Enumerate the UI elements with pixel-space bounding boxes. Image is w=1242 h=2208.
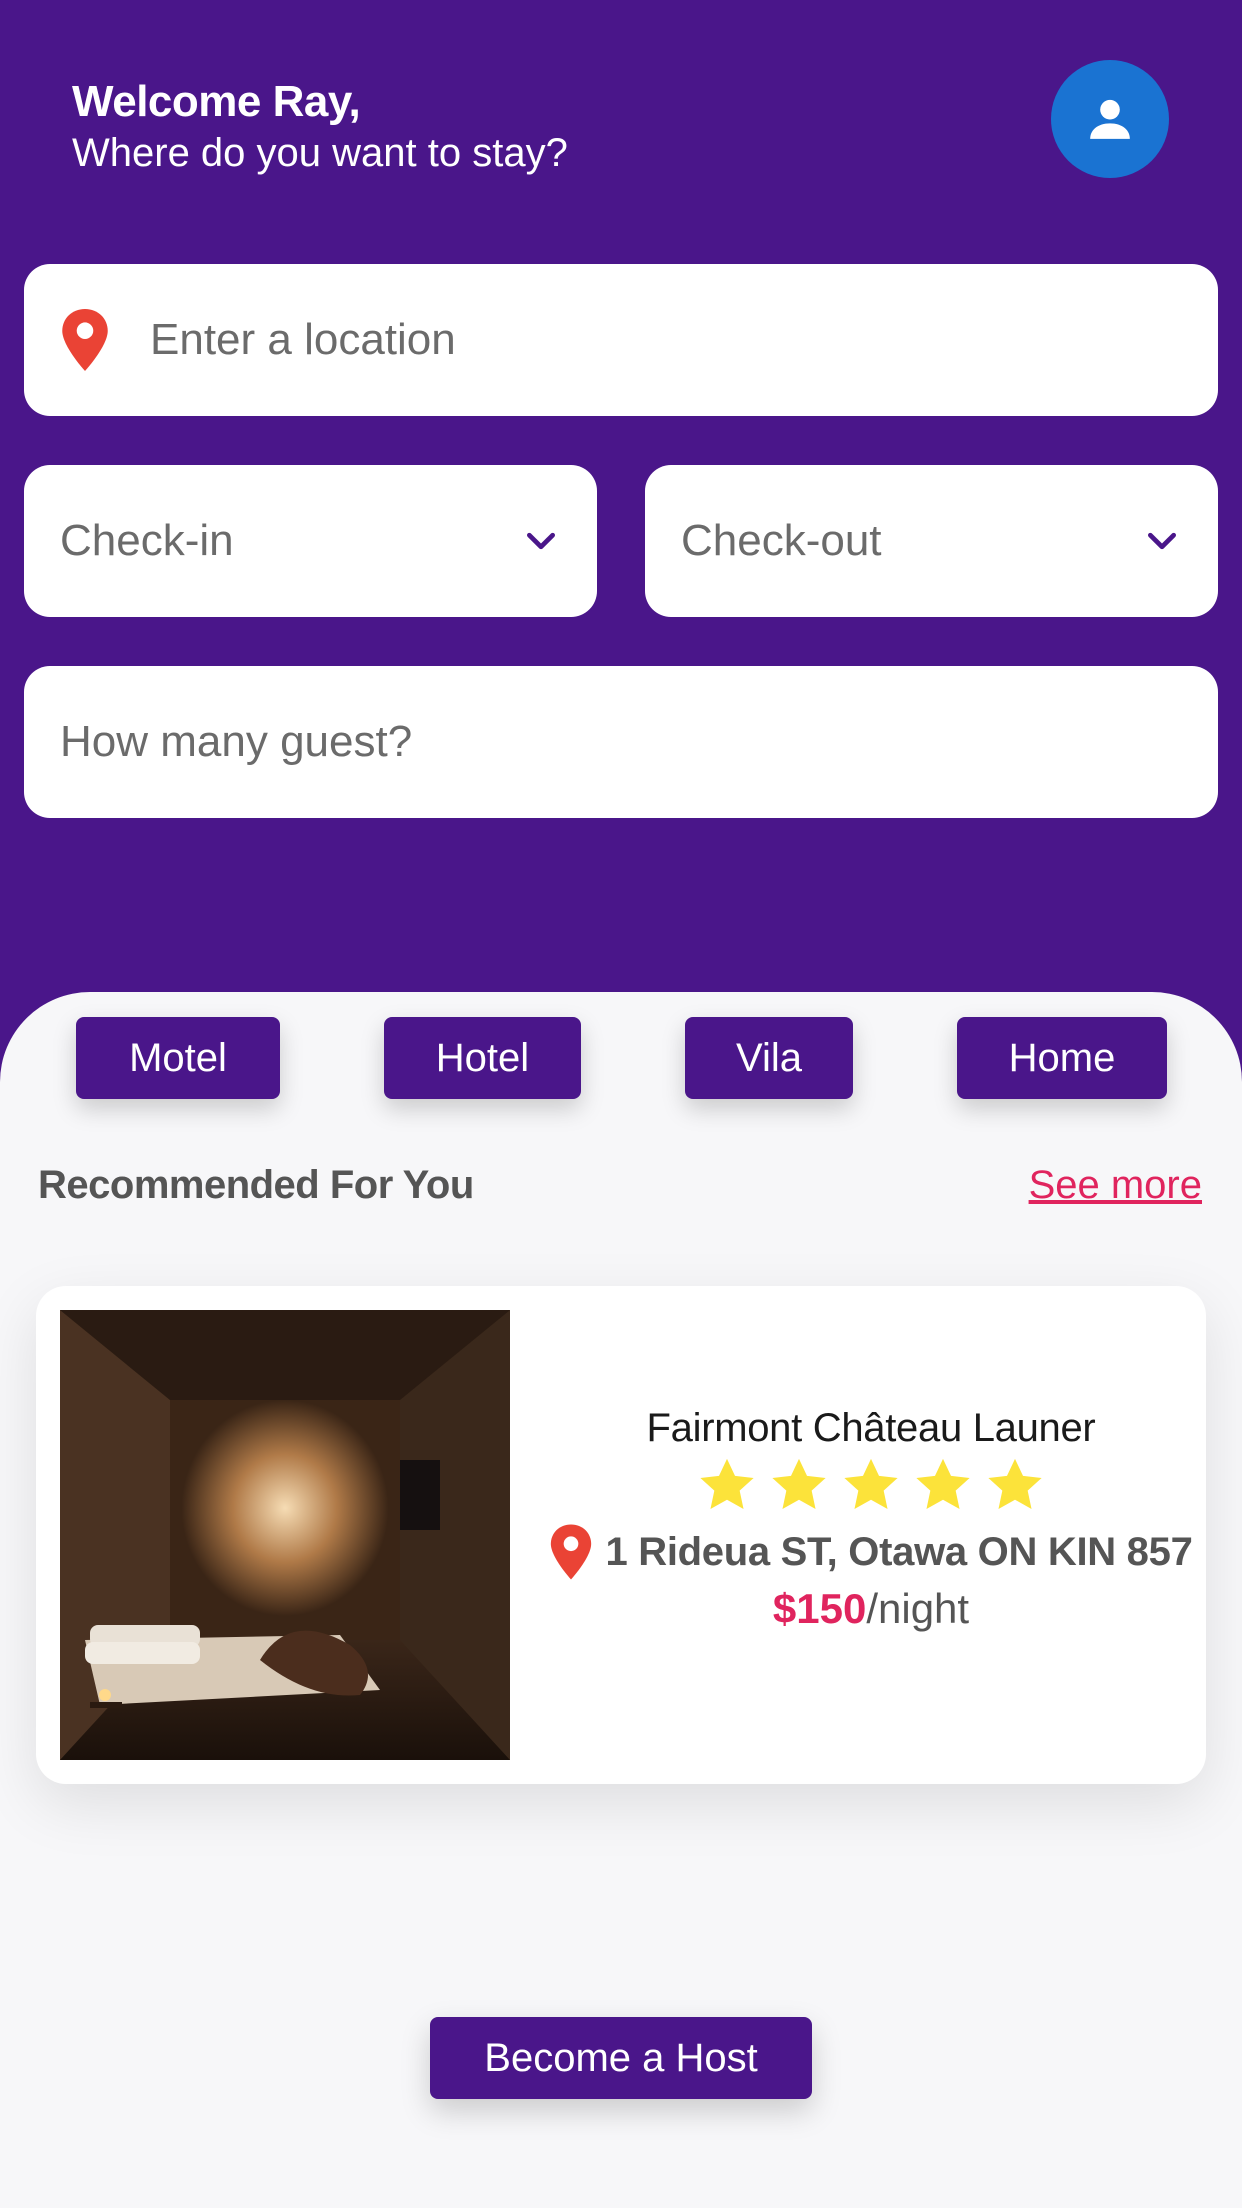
category-hotel-button[interactable]: Hotel [384, 1017, 581, 1099]
section-title: Recommended For You [38, 1163, 474, 1207]
hotel-name: Fairmont Château Launer [646, 1406, 1096, 1450]
checkin-select[interactable]: Check-in [24, 465, 597, 617]
header: Welcome Ray, Where do you want to stay? [72, 76, 568, 178]
guests-input[interactable]: How many guest? [24, 666, 1218, 818]
chevron-down-icon [1148, 532, 1176, 550]
profile-avatar-button[interactable] [1051, 60, 1169, 178]
category-home-button[interactable]: Home [957, 1017, 1167, 1099]
star-icon [772, 1458, 826, 1509]
listing-info: Fairmont Château Launer 1 Rideua ST, Ota… [536, 1406, 1206, 1633]
welcome-subtitle: Where do you want to stay? [72, 131, 568, 175]
star-icon [916, 1458, 970, 1509]
become-host-button[interactable]: Become a Host [430, 2017, 812, 2099]
star-rating [536, 1455, 1206, 1517]
listing-photo [60, 1310, 510, 1760]
location-input[interactable]: Enter a location [24, 264, 1218, 416]
checkin-placeholder: Check-in [60, 516, 234, 565]
location-placeholder: Enter a location [150, 315, 456, 364]
hotel-address-row: 1 Rideua ST, Otawa ON KIN 857 [536, 1523, 1206, 1581]
checkout-placeholder: Check-out [681, 516, 882, 565]
see-more-link[interactable]: See more [1029, 1163, 1202, 1208]
category-vila-button[interactable]: Vila [685, 1017, 853, 1099]
star-icon [700, 1458, 754, 1509]
user-icon [1090, 99, 1130, 139]
checkout-select[interactable]: Check-out [645, 465, 1218, 617]
listing-card[interactable]: Fairmont Château Launer 1 Rideua ST, Ota… [36, 1286, 1206, 1784]
welcome-text: Welcome Ray, [72, 77, 361, 126]
price-unit: /night [866, 1585, 970, 1632]
category-motel-button[interactable]: Motel [76, 1017, 280, 1099]
map-pin-icon [551, 1524, 592, 1580]
star-icon [844, 1458, 898, 1509]
guests-placeholder: How many guest? [60, 717, 413, 766]
map-pin-icon [62, 309, 108, 371]
chevron-down-icon [527, 532, 555, 550]
price: $150/night [536, 1585, 1206, 1633]
star-icon [988, 1458, 1042, 1509]
price-amount: $150 [772, 1585, 867, 1632]
hotel-address: 1 Rideua ST, Otawa ON KIN 857 [605, 1529, 1193, 1574]
